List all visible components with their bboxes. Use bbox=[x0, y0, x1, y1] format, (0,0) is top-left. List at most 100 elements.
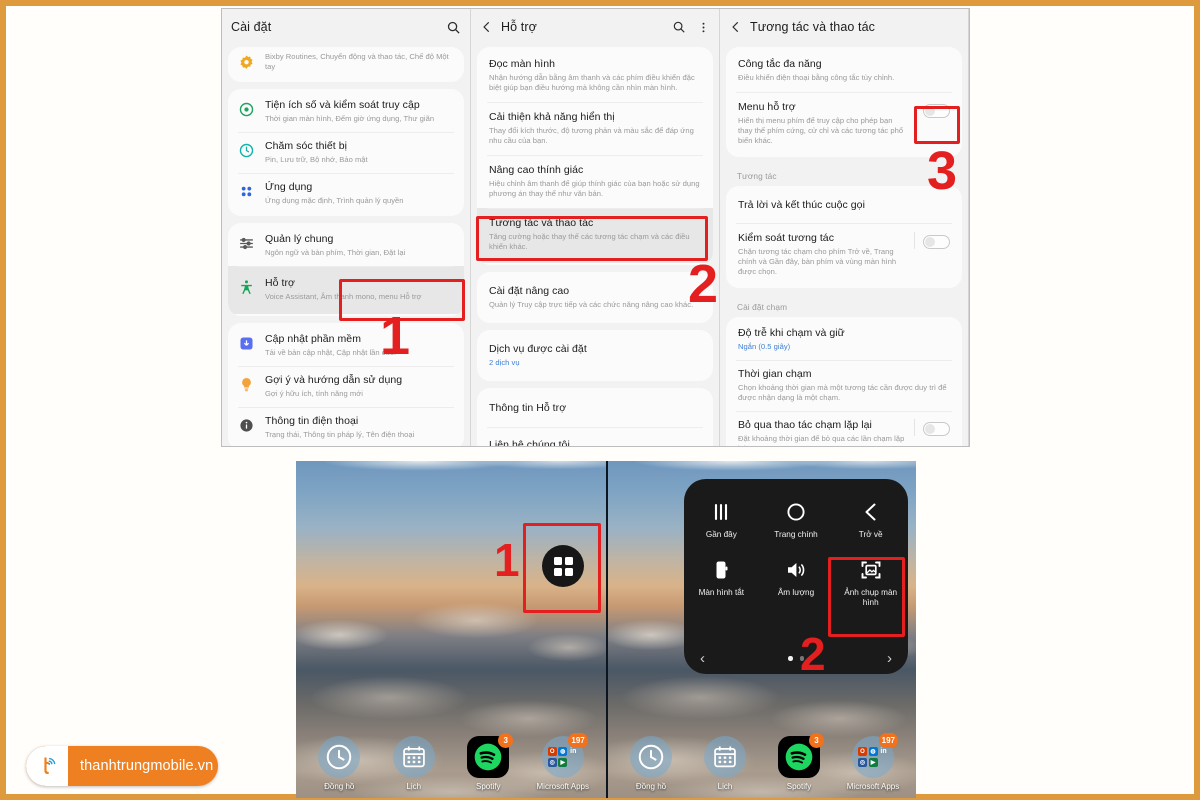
recents-bars-icon bbox=[708, 500, 734, 524]
settings-row-goi-y[interactable]: Gợi ý và hướng dẫn sử dụng Gợi ý hữu ích… bbox=[228, 366, 464, 407]
accessibility-row-cai-thien-hien-thi[interactable]: Cải thiện khả năng hiển thị Thay đổi kíc… bbox=[477, 102, 713, 155]
app-badge: 197 bbox=[568, 733, 588, 748]
assistant-menu-label: Trở về bbox=[858, 530, 883, 539]
settings-row-ung-dung[interactable]: Ứng dụng Ứng dụng mặc định, Trình quản l… bbox=[228, 173, 464, 214]
settings-row-thong-tin-dien-thoai[interactable]: Thông tin điện thoại Trạng thái, Thông t… bbox=[228, 407, 464, 446]
page-dot-active[interactable] bbox=[788, 656, 793, 661]
accessibility-row-dich-vu-duoc-cai-dat[interactable]: Dịch vụ được cài đặt 2 dịch vụ bbox=[477, 332, 713, 379]
assistant-menu-volume-button[interactable]: Âm lượng bbox=[759, 549, 834, 613]
app-badge: 3 bbox=[809, 733, 824, 748]
settings-row-tien-ich-so[interactable]: Tiện ích số và kiểm soát truy cập Thời g… bbox=[228, 91, 464, 132]
accessibility-row-nang-cao-thinh-giac[interactable]: Nâng cao thính giác Hiệu chỉnh âm thanh … bbox=[477, 155, 713, 208]
assistant-menu-back-button[interactable]: Trở về bbox=[833, 491, 908, 545]
more-vertical-icon[interactable] bbox=[697, 21, 710, 34]
wifi-signal-logo-icon bbox=[44, 757, 56, 774]
interaction-row-do-tre-khi-cham[interactable]: Độ trễ khi chạm và giữ Ngắn (0.5 giây) bbox=[726, 319, 962, 360]
assistant-menu-recents-button[interactable]: Gần đây bbox=[684, 491, 759, 545]
dock-app-label: Microsoft Apps bbox=[536, 782, 589, 791]
row-subtitle: Tải về bản cập nhật, Cập nhật lần cuối bbox=[265, 348, 396, 357]
assistant-menu-grid-icon bbox=[553, 556, 573, 576]
interaction-row-bo-qua-cham-lap-lai[interactable]: Bỏ qua thao tác chạm lặp lại Đặt khoảng … bbox=[726, 411, 962, 446]
software-update-icon bbox=[238, 333, 256, 352]
screen-off-icon bbox=[709, 558, 733, 582]
row-subtitle: Trạng thái, Thông tin pháp lý, Tên điện … bbox=[265, 430, 415, 439]
dock-app-spotify[interactable]: 3 Spotify bbox=[456, 733, 520, 792]
toggle-switch-off[interactable] bbox=[923, 422, 950, 436]
row-title: Trả lời và kết thúc cuộc gọi bbox=[738, 199, 865, 211]
settings-row-ho-tro[interactable]: Hỗ trợ Voice Assistant, Âm thanh mono, m… bbox=[228, 266, 464, 314]
menu-ho-tro-toggle[interactable] bbox=[915, 101, 950, 118]
page-root: Cài đặt Bixby Routines, Chuyển động và t… bbox=[0, 0, 1200, 800]
settings-screenshots-strip: Cài đặt Bixby Routines, Chuyển động và t… bbox=[221, 8, 970, 447]
dock-app-lich[interactable]: Lịch bbox=[382, 736, 446, 792]
row-subtitle: Ứng dụng mặc định, Trình quản lý quyền bbox=[265, 196, 404, 205]
interaction-row-kiem-soat-tuong-tac[interactable]: Kiểm soát tương tác Chặn tương tác chạm … bbox=[726, 223, 962, 286]
chevron-right-icon[interactable]: › bbox=[887, 651, 892, 666]
assistant-menu-label: Trang chính bbox=[774, 530, 818, 539]
back-chevron-icon[interactable] bbox=[729, 20, 743, 34]
row-title: Độ trễ khi chạm và giữ bbox=[738, 327, 845, 339]
assistant-menu-screenshot-button[interactable]: Ảnh chụp màn hình bbox=[833, 549, 908, 613]
app-badge: 3 bbox=[498, 733, 514, 748]
accessibility-row-thong-tin-ho-tro[interactable]: Thông tin Hỗ trợ bbox=[477, 390, 713, 427]
assistant-menu-label: Ảnh chụp màn hình bbox=[844, 588, 898, 607]
row-title: Ứng dụng bbox=[265, 181, 313, 193]
settings-row-cham-soc-thiet-bi[interactable]: Chăm sóc thiết bị Pin, Lưu trữ, Bộ nhớ, … bbox=[228, 132, 464, 173]
settings-row-cap-nhat-phan-mem[interactable]: Cập nhật phần mềm Tải về bản cập nhật, C… bbox=[228, 325, 464, 366]
toggle-switch-off[interactable] bbox=[923, 104, 950, 118]
dock: Đồng hồ Lịch 3 Spotify O ◍ in ◎ ▶ 197 Mi… bbox=[608, 733, 916, 792]
page-title: Tương tác và thao tác bbox=[750, 20, 875, 34]
accessibility-row-doc-man-hinh[interactable]: Đọc màn hình Nhận hướng dẫn bằng âm than… bbox=[477, 49, 713, 102]
dock-app-spotify[interactable]: 3 Spotify bbox=[767, 733, 831, 792]
panel-interaction: Tương tác và thao tác Công tắc đa năng Đ… bbox=[720, 9, 969, 446]
interaction-row-thoi-gian-cham[interactable]: Thời gian chạm Chọn khoảng thời gian mà … bbox=[726, 360, 962, 411]
row-title: Kiểm soát tương tác bbox=[738, 232, 834, 244]
settings-group-wellbeing: Tiện ích số và kiểm soát truy cập Thời g… bbox=[228, 89, 464, 216]
row-subtitle: Thay đổi kích thước, độ tương phản và mà… bbox=[489, 126, 694, 145]
dock-app-dong-ho[interactable]: Đồng hồ bbox=[619, 736, 683, 792]
back-chevron-icon[interactable] bbox=[480, 20, 494, 34]
accessibility-row-tuong-tac-va-thao-tac[interactable]: Tương tác và thao tác Tăng cường hoặc th… bbox=[477, 208, 713, 263]
settings-group-advanced: Bixby Routines, Chuyển động và thao tác,… bbox=[228, 47, 464, 82]
row-title: Cài đặt nâng cao bbox=[489, 285, 570, 297]
settings-row-advanced[interactable]: Bixby Routines, Chuyển động và thao tác,… bbox=[228, 49, 464, 80]
accessibility-group-advanced: Cài đặt nâng cao Quản lý Truy cập trực t… bbox=[477, 272, 713, 323]
row-title: Cập nhật phần mềm bbox=[265, 333, 361, 345]
search-icon[interactable] bbox=[446, 20, 461, 35]
toggle-switch-off[interactable] bbox=[923, 235, 950, 249]
dock-app-label: Lịch bbox=[406, 782, 422, 791]
assistant-menu-home-button[interactable]: Trang chính bbox=[759, 491, 834, 545]
row-title: Thời gian chạm bbox=[738, 368, 812, 380]
row-subtitle: Voice Assistant, Âm thanh mono, menu Hỗ … bbox=[265, 292, 422, 301]
settings-row-quan-ly-chung[interactable]: Quản lý chung Ngôn ngữ và bàn phím, Thời… bbox=[228, 225, 464, 266]
calendar-icon bbox=[392, 736, 435, 778]
accessibility-group-info: Thông tin Hỗ trợ Liên hệ chúng tôi bbox=[477, 388, 713, 446]
kiem-soat-tuong-tac-toggle[interactable] bbox=[914, 232, 950, 249]
interaction-group-tuong-tac: Trả lời và kết thúc cuộc gọi Kiểm soát t… bbox=[726, 186, 962, 288]
home-screen-screenshots-strip: Đồng hồ Lịch 3 Spotify O ◍ in ◎ ▶ 197 Mi… bbox=[296, 461, 916, 798]
home-screen-with-assistant-button: Đồng hồ Lịch 3 Spotify O ◍ in ◎ ▶ 197 Mi… bbox=[296, 461, 606, 798]
bo-qua-cham-lap-lai-toggle[interactable] bbox=[914, 419, 950, 436]
row-title: Dịch vụ được cài đặt bbox=[489, 343, 587, 355]
search-icon[interactable] bbox=[672, 20, 686, 34]
microsoft-apps-folder-icon: O ◍ in ◎ ▶ 197 bbox=[541, 733, 588, 778]
back-chevron-icon bbox=[858, 500, 884, 524]
interaction-row-cong-tac-da-nang[interactable]: Công tắc đa năng Điều khiển điện thoại b… bbox=[726, 49, 962, 92]
assistant-menu-label: Màn hình tắt bbox=[698, 588, 745, 597]
spotify-icon: 3 bbox=[778, 733, 824, 778]
dock-app-lich[interactable]: Lịch bbox=[693, 736, 757, 792]
dock-app-dong-ho[interactable]: Đồng hồ bbox=[307, 736, 371, 792]
dock-app-label: Spotify bbox=[476, 782, 501, 791]
screenshot-icon bbox=[858, 558, 884, 582]
assistant-floating-button[interactable] bbox=[542, 545, 584, 587]
dock-app-microsoft-apps[interactable]: O ◍ in ◎ ▶ 197 Microsoft Apps bbox=[841, 733, 905, 792]
volume-icon bbox=[783, 558, 809, 582]
accessibility-row-lien-he-chung-toi[interactable]: Liên hệ chúng tôi bbox=[477, 427, 713, 446]
panel-accessibility: Hỗ trợ Đọc màn hình Nhận hướng dẫn bằng … bbox=[471, 9, 720, 446]
chevron-left-icon[interactable]: ‹ bbox=[700, 651, 705, 666]
row-title: Bỏ qua thao tác chạm lặp lại bbox=[738, 419, 872, 431]
assistant-menu-screen-off-button[interactable]: Màn hình tắt bbox=[684, 549, 759, 613]
dock-app-microsoft-apps[interactable]: O ◍ in ◎ ▶ 197 Microsoft Apps bbox=[531, 733, 595, 792]
row-subtitle: Hiển thị menu phím để truy cập cho phép … bbox=[738, 116, 904, 145]
accessibility-row-cai-dat-nang-cao[interactable]: Cài đặt nâng cao Quản lý Truy cập trực t… bbox=[477, 274, 713, 321]
